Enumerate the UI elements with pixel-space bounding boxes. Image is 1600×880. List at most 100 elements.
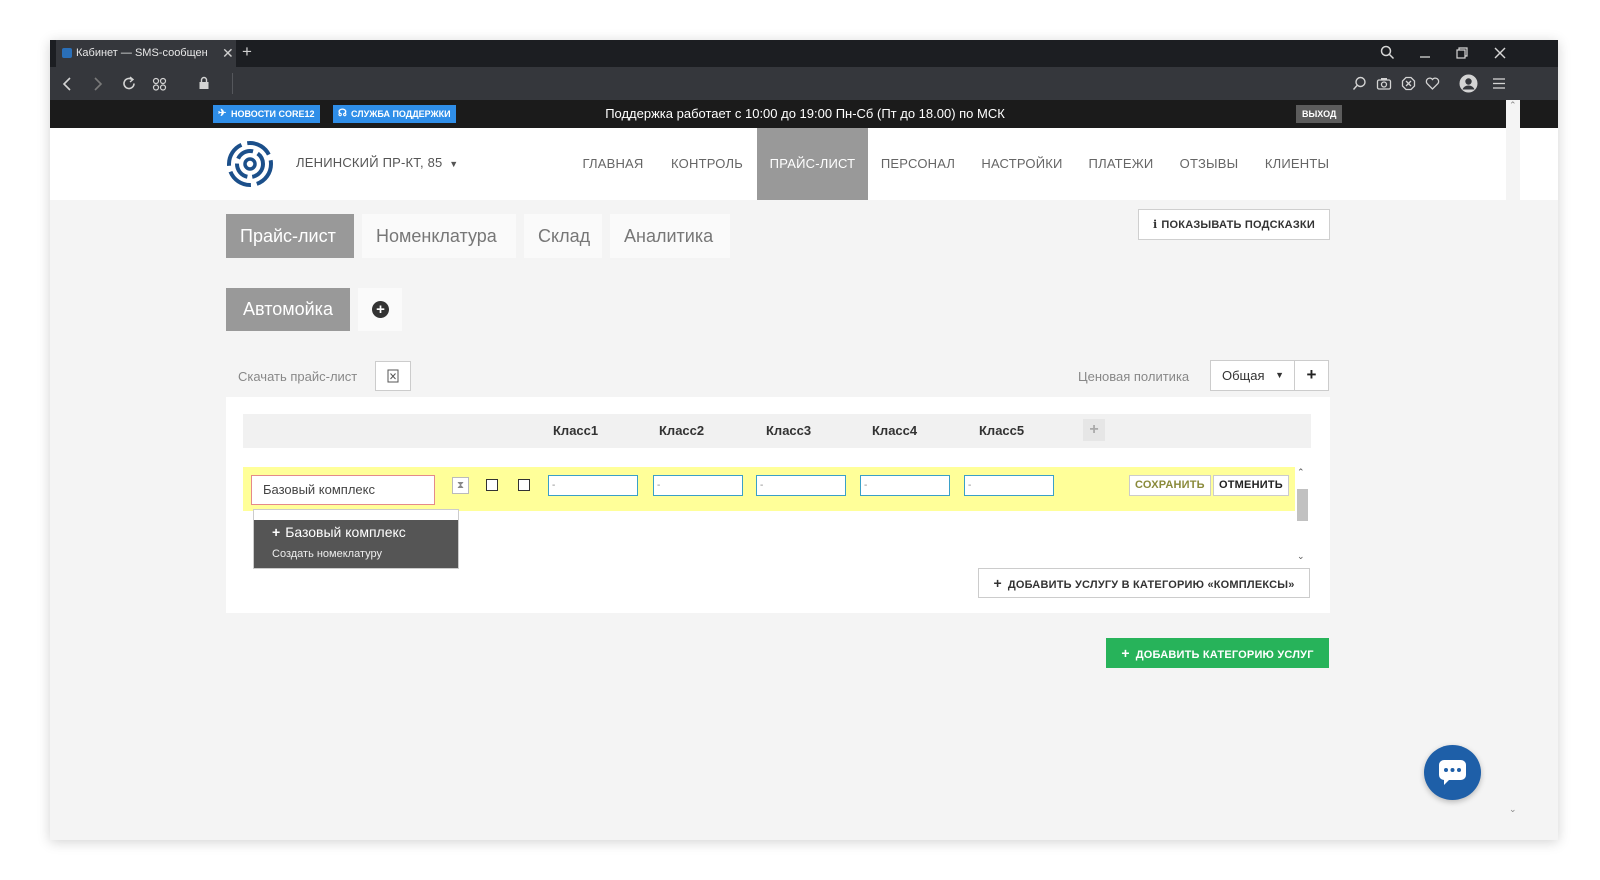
chat-icon [1439,760,1466,785]
news-core12-button[interactable]: ✈ НОВОСТИ CORE12 [213,105,320,123]
new-tab-icon[interactable]: + [242,42,252,62]
service-name-input[interactable]: Базовый комплекс [251,475,435,505]
add-service-to-category-button[interactable]: + ДОБАВИТЬ УСЛУГУ В КАТЕГОРИЮ «КОМПЛЕКСЫ» [978,568,1310,598]
checkbox[interactable] [486,479,498,491]
nomenclature-suggestion-dropdown: + Базовый комплекс Создать номеклатуру [253,509,459,569]
price-input-class5[interactable]: - [964,475,1054,496]
scrollbar-thumb[interactable] [1297,489,1308,521]
site-topbar: ✈ НОВОСТИ CORE12 ☊ СЛУЖБА ПОДДЕРЖКИ Подд… [50,100,1558,128]
menu-item-reviews[interactable]: ОТЗЫВЫ [1170,128,1248,200]
add-category-label: ДОБАВИТЬ КАТЕГОРИЮ УСЛУГ [1135,649,1314,661]
suggestion-item[interactable]: + Базовый комплекс Создать номеклатуру [254,520,458,568]
column-header: Класс1 [553,423,599,438]
table-header: Класс1 Класс2 Класс3 Класс4 Класс5 + [243,414,1311,448]
branch-selector[interactable]: ЛЕНИНСКИЙ ПР-КТ, 85 ▼ [296,155,458,170]
page-scrollbar[interactable]: ⌃ ⌄ [1506,100,1520,840]
price-input-class4[interactable]: - [860,475,950,496]
suggestion-subtitle: Создать номеклатуру [272,548,382,560]
exit-button[interactable]: ВЫХОД [1296,105,1343,123]
plus-circle-icon: + [372,301,389,318]
favicon-icon [62,48,72,58]
column-header: Класс5 [979,423,1025,438]
price-input-class1[interactable]: - [548,475,638,496]
tab-warehouse[interactable]: Склад [524,214,602,258]
news-label: НОВОСТИ CORE12 [231,109,315,119]
add-price-policy-button[interactable]: + [1294,360,1329,391]
download-price-list-label: Скачать прайс-лист [238,369,358,384]
profile-avatar-icon[interactable] [1459,74,1478,93]
price-policy-label: Ценовая политика [1078,369,1190,384]
category-autowash-button[interactable]: Автомойка [226,288,350,331]
excel-file-icon [387,369,399,383]
table-scrollbar[interactable]: ⌃ ⌄ [1295,467,1309,563]
headset-icon: ☊ [338,108,347,119]
menu-item-price-list[interactable]: ПРАЙС-ЛИСТ [757,128,868,200]
close-window-icon[interactable] [1493,46,1507,60]
plus-icon: + [993,575,1002,591]
add-column-button[interactable]: + [1083,419,1105,441]
info-icon: i [1153,218,1158,231]
browser-window: Кабинет — SMS-сообщен ✕ + ✈ НОВОСТИ CORE… [50,40,1558,840]
show-hints-button[interactable]: i ПОКАЗЫВАТЬ ПОДСКАЗКИ [1138,209,1330,240]
download-excel-button[interactable] [375,361,411,391]
lock-icon[interactable] [198,76,210,91]
menu-item-home[interactable]: ГЛАВНАЯ [571,128,655,200]
cancel-button[interactable]: ОТМЕНИТЬ [1213,475,1289,496]
forward-icon[interactable] [92,77,104,91]
scroll-down-icon[interactable]: ⌄ [1297,551,1305,562]
support-service-button[interactable]: ☊ СЛУЖБА ПОДДЕРЖКИ [333,105,456,123]
save-button[interactable]: СОХРАНИТЬ [1129,475,1211,496]
price-policy-select[interactable]: Общая ▼ [1210,360,1295,391]
restore-icon[interactable] [1455,46,1469,60]
search-icon[interactable] [1380,45,1395,60]
menu-item-payments[interactable]: ПЛАТЕЖИ [1080,128,1162,200]
browser-tabbar: Кабинет — SMS-сообщен ✕ + [50,40,1558,67]
browser-tab[interactable]: Кабинет — SMS-сообщен ✕ [56,40,236,67]
support-hours-text: Поддержка работает с 10:00 до 19:00 Пн-С… [605,106,1005,121]
suggestion-title: Базовый комплекс [285,524,406,540]
heart-icon[interactable] [1425,76,1440,91]
menu-item-staff[interactable]: ПЕРСОНАЛ [872,128,964,200]
add-service-label: ДОБАВИТЬ УСЛУГУ В КАТЕГОРИЮ «КОМПЛЕКСЫ» [1007,579,1295,591]
reload-icon[interactable] [122,76,137,91]
scroll-up-icon[interactable]: ⌃ [1297,467,1305,478]
add-category-tab-button[interactable]: + [358,288,402,331]
price-input-class3[interactable]: - [756,475,846,496]
column-header: Класс3 [766,423,812,438]
caret-down-icon: ▼ [1275,370,1284,380]
adblock-icon[interactable] [1401,76,1416,91]
menu-item-control[interactable]: КОНТРОЛЬ [659,128,755,200]
price-input-class2[interactable]: - [653,475,743,496]
show-hints-label: ПОКАЗЫВАТЬ ПОДСКАЗКИ [1161,219,1315,231]
plus-icon: + [1121,645,1130,661]
tab-nomenclature[interactable]: Номенклатура [362,214,516,258]
tab-price-list[interactable]: Прайс-лист [226,214,354,258]
company-logo-icon[interactable] [226,140,274,188]
chat-widget-button[interactable] [1424,745,1481,800]
minimize-icon[interactable] [1418,46,1432,60]
checkbox[interactable] [518,479,530,491]
column-header: Класс4 [872,423,918,438]
menu-item-settings[interactable]: НАСТРОЙКИ [970,128,1074,200]
scroll-up-icon[interactable]: ⌃ [1509,100,1517,111]
close-tab-icon[interactable]: ✕ [222,40,234,67]
back-icon[interactable] [62,77,74,91]
telegram-icon: ✈ [218,108,227,119]
camera-icon[interactable] [1376,76,1392,91]
price-policy-value: Общая [1222,368,1265,383]
edit-service-row: Базовый комплекс ⧗ - - - - - СОХРАНИТЬ О… [243,467,1295,511]
add-service-category-button[interactable]: + ДОБАВИТЬ КАТЕГОРИЮ УСЛУГ [1106,638,1329,668]
branch-name: ЛЕНИНСКИЙ ПР-КТ, 85 [296,155,443,170]
support-label: СЛУЖБА ПОДДЕРЖКИ [351,109,451,119]
column-header: Класс2 [659,423,705,438]
tab-analytics[interactable]: Аналитика [610,214,730,258]
magnifier-icon[interactable] [1352,76,1367,91]
scroll-down-icon[interactable]: ⌄ [1509,804,1517,815]
speed-dial-icon[interactable] [152,77,168,91]
menu-item-clients[interactable]: КЛИЕНТЫ [1256,128,1338,200]
plus-icon: + [272,524,281,540]
caret-down-icon: ▼ [449,159,459,169]
menu-icon[interactable] [1492,77,1506,90]
site-header: ЛЕНИНСКИЙ ПР-КТ, 85 ▼ ГЛАВНАЯ КОНТРОЛЬ П… [50,128,1558,200]
hourglass-icon[interactable]: ⧗ [452,477,469,494]
